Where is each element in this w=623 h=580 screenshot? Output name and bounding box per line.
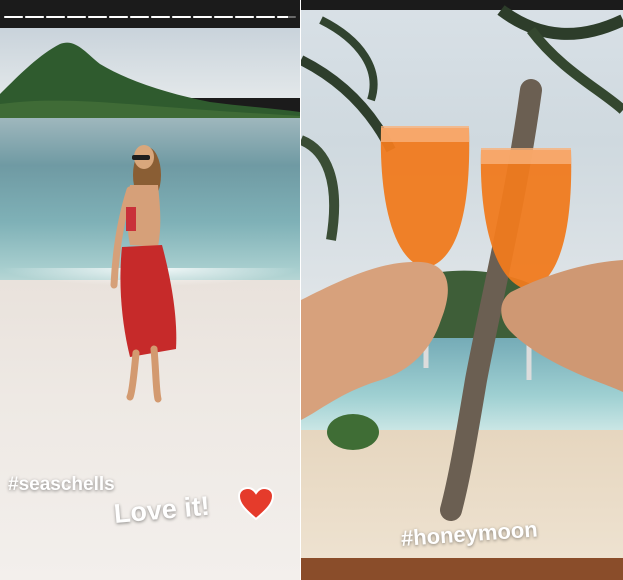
progress-segment-fill bbox=[46, 16, 65, 18]
progress-segment bbox=[193, 16, 212, 18]
progress-segment-fill bbox=[256, 16, 275, 18]
progress-segment-fill bbox=[235, 16, 254, 18]
progress-segment bbox=[88, 16, 107, 18]
progress-segment-fill bbox=[67, 16, 86, 18]
progress-segment bbox=[214, 16, 233, 18]
story-right[interactable]: #honeymoon bbox=[301, 0, 623, 580]
progress-segment-fill bbox=[172, 16, 191, 18]
progress-segment-fill bbox=[88, 16, 107, 18]
progress-segment bbox=[256, 16, 275, 18]
progress-segment-fill bbox=[193, 16, 212, 18]
wooden-rail bbox=[301, 558, 623, 580]
woman-figure bbox=[110, 145, 177, 403]
progress-segment-fill bbox=[25, 16, 44, 18]
progress-segment bbox=[235, 16, 254, 18]
progress-segment bbox=[277, 16, 296, 18]
progress-segment bbox=[67, 16, 86, 18]
progress-segment bbox=[130, 16, 149, 18]
progress-segment bbox=[25, 16, 44, 18]
progress-segment bbox=[151, 16, 170, 18]
progress-segment bbox=[4, 16, 23, 18]
progress-segment bbox=[109, 16, 128, 18]
progress-segment-fill bbox=[109, 16, 128, 18]
progress-segment-fill bbox=[277, 16, 289, 18]
hashtag-sticker: #seaschells bbox=[8, 474, 115, 495]
progress-segment-fill bbox=[151, 16, 170, 18]
progress-segment bbox=[172, 16, 191, 18]
story-progress-bar bbox=[4, 16, 296, 18]
story-left[interactable]: #seaschells Love it! bbox=[0, 0, 300, 580]
progress-segment-fill bbox=[130, 16, 149, 18]
progress-segment bbox=[46, 16, 65, 18]
palm-scene bbox=[301, 5, 623, 521]
heart-icon bbox=[238, 487, 274, 521]
progress-segment-fill bbox=[4, 16, 23, 18]
progress-segment-fill bbox=[214, 16, 233, 18]
